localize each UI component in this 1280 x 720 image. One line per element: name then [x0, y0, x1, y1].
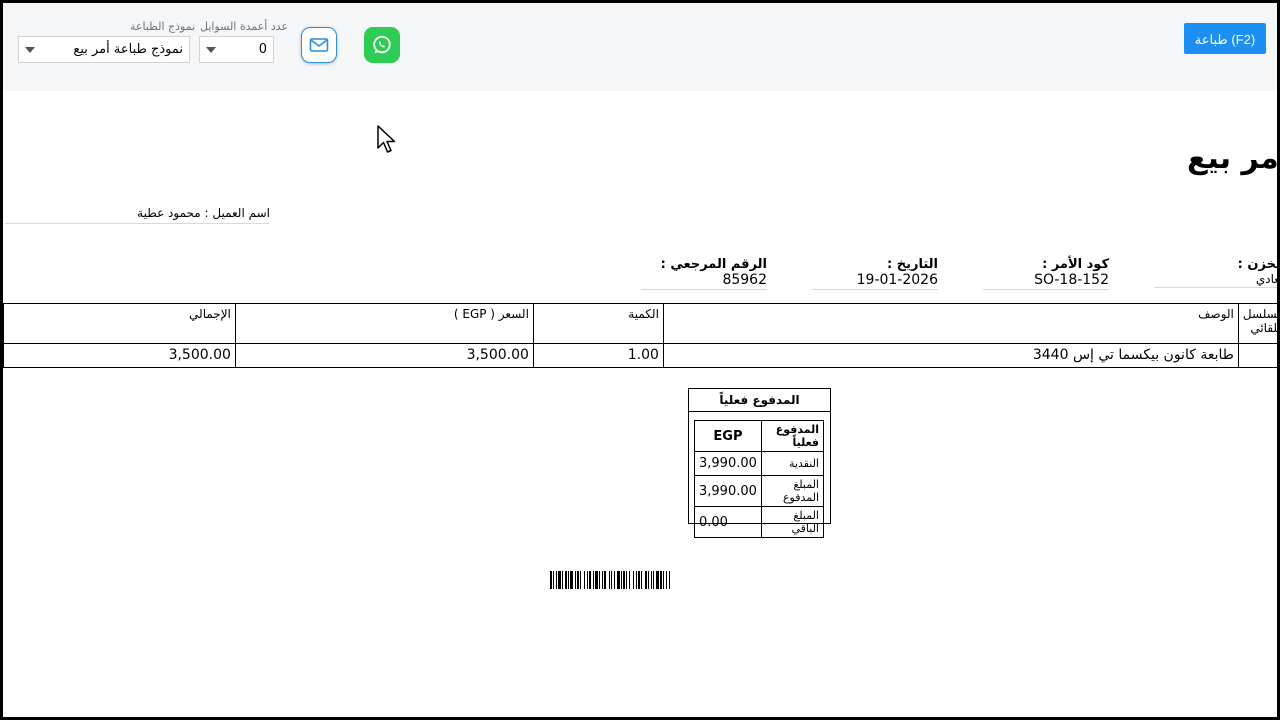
reference-value: 85962 — [641, 272, 767, 290]
table-row: المبلغ الباقي 0.00 — [694, 506, 825, 538]
date-block: التاريخ : 19-01-2026 — [812, 257, 938, 290]
order-code-block: كود الأمر : SO-18-152 — [983, 257, 1109, 290]
barcode-bar — [626, 571, 627, 589]
payment-value: 0.00 — [694, 506, 762, 538]
payments-box: المدفوع فعلياً المدفوع فعلياً EGP النقدي… — [688, 388, 831, 538]
whatsapp-icon — [373, 35, 391, 54]
barcode-bar — [617, 571, 620, 589]
items-table: التسلسل التلقائي الوصف الكمية السعر ( EG… — [3, 303, 1277, 368]
whatsapp-button[interactable] — [364, 27, 400, 63]
date-label: التاريخ : — [887, 257, 938, 272]
table-row: 1 طابعة كانون بيكسما تي إس 3440 1.00 3,5… — [3, 343, 1277, 368]
print-template-select[interactable]: نموذج طباعة أمر بيع — [18, 36, 190, 63]
table-row: النقدية 3,990.00 — [694, 451, 825, 476]
barcode-bar — [556, 571, 557, 589]
barcode-bar — [550, 571, 552, 589]
col-quantity: الكمية — [532, 303, 664, 344]
barcode-bar — [587, 571, 588, 589]
barcode-bar — [595, 571, 598, 589]
barcode-bar — [638, 571, 640, 589]
cell-price: 3,500.00 — [234, 343, 534, 368]
order-code-label: كود الأمر : — [1042, 257, 1109, 272]
print-template-label: نموذج الطباعة — [130, 20, 196, 33]
col-total: الإجمالي — [3, 303, 236, 344]
reference-label: الرقم المرجعي : — [660, 257, 767, 272]
barcode-bar — [648, 571, 649, 589]
chevron-down-icon — [25, 47, 35, 53]
page-frame: طباعة (F2) عدد أعمدة السوايل 0 نموذج الط… — [0, 0, 1280, 720]
barcode-bar — [609, 571, 610, 589]
print-template-value: نموذج طباعة أمر بيع — [73, 42, 183, 57]
reference-block: الرقم المرجعي : 85962 — [641, 257, 767, 290]
barcode-bar — [660, 571, 662, 589]
payments-table: المدفوع فعلياً EGP النقدية 3,990.00 المب… — [694, 420, 825, 538]
serial-columns-select[interactable]: 0 — [199, 36, 274, 63]
barcode-bar — [614, 571, 615, 589]
print-button[interactable]: طباعة (F2) — [1184, 23, 1266, 54]
barcode-bar — [568, 571, 569, 589]
barcode-bar — [651, 571, 652, 589]
warehouse-value: المعادي — [1154, 272, 1277, 288]
col-description: الوصف — [662, 303, 1239, 344]
document-title: أمر بيع — [1187, 141, 1280, 176]
barcode-bar — [663, 571, 664, 589]
payment-label: المبلغ الباقي — [760, 506, 825, 538]
table-header-row: التسلسل التلقائي الوصف الكمية السعر ( EG… — [3, 303, 1277, 344]
warehouse-label: المخزن : — [1237, 257, 1277, 272]
date-value: 19-01-2026 — [812, 272, 938, 290]
table-row: المبلغ المدفوع 3,990.00 — [694, 475, 825, 507]
print-toolbar: طباعة (F2) عدد أعمدة السوايل 0 نموذج الط… — [3, 3, 1277, 91]
serial-columns-value: 0 — [258, 42, 267, 57]
cell-quantity: 1.00 — [532, 343, 664, 368]
cell-description: طابعة كانون بيكسما تي إس 3440 — [662, 343, 1239, 368]
order-code-value: SO-18-152 — [983, 272, 1109, 290]
payments-title: المدفوع فعلياً — [689, 389, 830, 412]
warehouse-block: المخزن : المعادي — [1154, 257, 1277, 288]
mail-icon — [309, 38, 329, 52]
barcode-bar — [645, 571, 647, 589]
barcode-bar — [653, 571, 654, 589]
barcode-bar — [570, 571, 573, 589]
barcode-bar — [577, 571, 579, 589]
payment-value: 3,990.00 — [694, 475, 762, 507]
barcode-bar — [641, 571, 642, 589]
barcode-bar — [565, 571, 567, 589]
payments-col-label: المدفوع فعلياً — [760, 420, 825, 452]
barcode-bar — [589, 571, 591, 589]
barcode-bar — [599, 571, 600, 589]
barcode-bar — [593, 571, 594, 589]
col-price: السعر ( EGP ) — [234, 303, 534, 344]
barcode-bar — [562, 571, 563, 589]
barcode-bar — [669, 571, 670, 589]
mouse-cursor-icon — [377, 125, 396, 153]
barcode-bar — [611, 571, 612, 589]
barcode-bar — [575, 571, 576, 589]
payment-value: 3,990.00 — [694, 451, 762, 476]
barcode-bar — [580, 571, 581, 589]
chevron-down-icon — [206, 47, 216, 53]
barcode-bar — [553, 571, 554, 589]
barcode-bar — [604, 571, 606, 589]
customer-name: اسم العميل : محمود عطية — [5, 206, 270, 224]
barcode-bar — [602, 571, 603, 589]
barcode-bar — [623, 571, 625, 589]
barcode — [550, 571, 670, 589]
barcode-bar — [558, 571, 561, 589]
barcode-bar — [629, 571, 630, 589]
barcode-bar — [636, 571, 637, 589]
serial-columns-label: عدد أعمدة السوايل — [200, 20, 289, 33]
payment-label: المبلغ المدفوع — [760, 475, 825, 507]
payments-header-row: المدفوع فعلياً EGP — [694, 420, 825, 452]
payment-label: النقدية — [760, 451, 825, 476]
cell-serial: 1 — [1237, 343, 1277, 368]
barcode-bar — [621, 571, 622, 589]
barcode-bar — [633, 571, 634, 589]
barcode-bar — [584, 571, 585, 589]
barcode-bar — [666, 571, 667, 589]
barcode-bar — [656, 571, 659, 589]
payments-currency: EGP — [694, 420, 762, 452]
cell-total: 3,500.00 — [3, 343, 236, 368]
email-button[interactable] — [301, 27, 337, 63]
col-serial: التسلسل التلقائي — [1237, 303, 1277, 344]
